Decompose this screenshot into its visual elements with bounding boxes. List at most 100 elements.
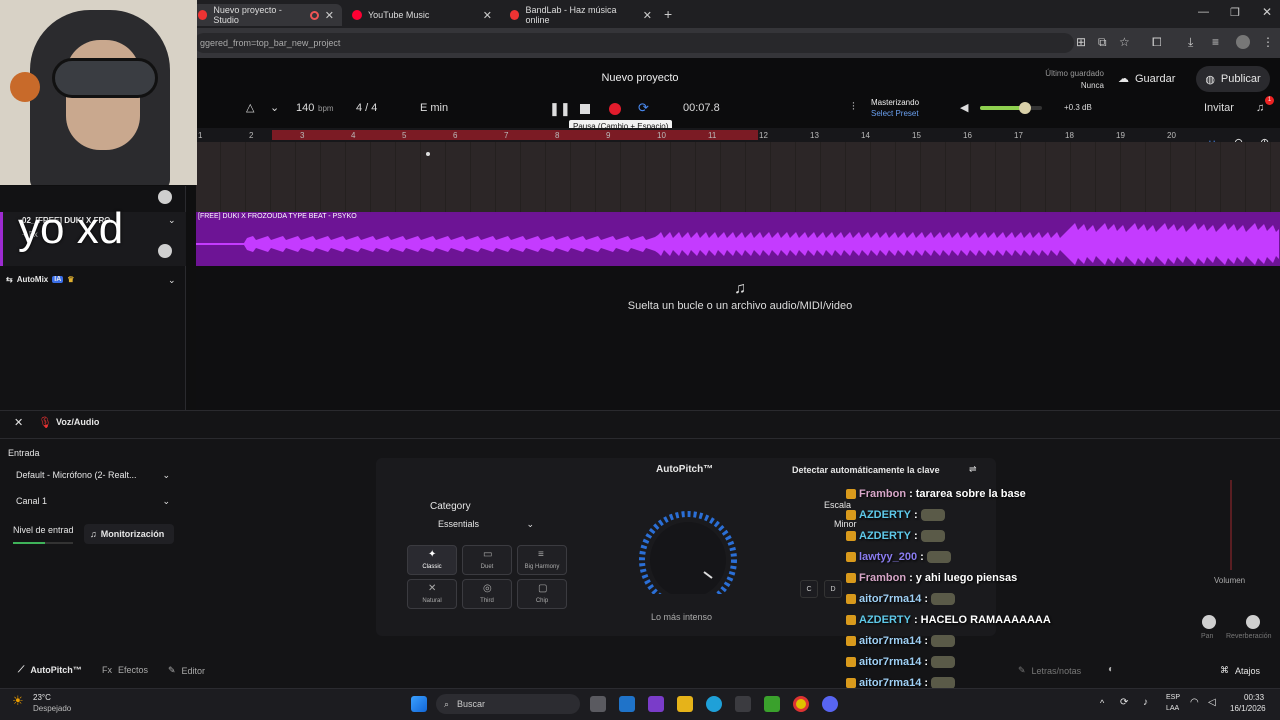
sync-icon[interactable]: ⟳ — [1120, 697, 1128, 708]
ruler-bar-number[interactable]: 14 — [861, 131, 870, 140]
minecraft-icon[interactable] — [764, 696, 780, 712]
clock-time[interactable]: 00:33 — [1244, 693, 1264, 702]
automix-row[interactable]: ⇆ AutoMix IA ♛ — [6, 275, 74, 284]
metronome-icon[interactable]: △ — [246, 101, 254, 114]
language-code[interactable]: ESP — [1166, 694, 1180, 701]
reverb-knob[interactable] — [1246, 615, 1260, 629]
tab-studio[interactable]: Nuevo proyecto - Studio ✕ — [190, 4, 342, 26]
track-volume-knob[interactable] — [158, 190, 172, 204]
key-c[interactable]: C — [800, 580, 818, 598]
ruler-bar-number[interactable]: 11 — [708, 131, 716, 140]
ruler-bar-number[interactable]: 12 — [759, 131, 768, 140]
ruler-bar-number[interactable]: 19 — [1116, 131, 1125, 140]
teams-icon[interactable] — [648, 696, 664, 712]
task-view-icon[interactable] — [590, 696, 606, 712]
windows-start-icon[interactable] — [411, 696, 427, 712]
chevron-down-icon[interactable]: ⌄ — [270, 101, 279, 114]
translate-icon[interactable]: ⊞ — [1076, 35, 1086, 49]
key-d[interactable]: D — [824, 580, 842, 598]
pan-knob[interactable] — [1202, 615, 1216, 629]
save-button[interactable]: ☁ Guardar — [1118, 72, 1175, 86]
project-title[interactable]: Nuevo proyecto — [560, 72, 720, 84]
ruler-bar-number[interactable]: 10 — [657, 131, 666, 140]
tab-bandlab[interactable]: BandLab - Haz música online ✕ — [502, 4, 660, 26]
mastering-sliders-icon[interactable]: ⫶ — [852, 101, 855, 114]
ruler-bar-number[interactable]: 4 — [351, 131, 355, 140]
tuner-icon[interactable]: ◐ — [1108, 664, 1114, 675]
tab-autopitch[interactable]: ⟋ AutoPitch™ — [18, 664, 82, 675]
tab-youtube-music[interactable]: YouTube Music ✕ — [344, 4, 500, 26]
preset-classic[interactable]: ✦ Classic — [407, 545, 457, 575]
mastering-title[interactable]: Masterizando — [871, 98, 919, 107]
ruler-bar-number[interactable]: 13 — [810, 131, 819, 140]
bookmark-star-icon[interactable]: ☆ — [1119, 35, 1130, 49]
shortcuts-button[interactable]: ⌘ Atajos — [1220, 665, 1260, 676]
track-lane-empty[interactable] — [196, 142, 1280, 212]
intensity-dial[interactable] — [632, 508, 744, 609]
discord-icon[interactable] — [822, 696, 838, 712]
master-volume-knob[interactable] — [1018, 102, 1031, 114]
profile-avatar[interactable] — [1236, 35, 1250, 49]
speaker-icon[interactable]: ◀ — [960, 101, 968, 114]
weather-temp[interactable]: 23°C — [33, 693, 51, 702]
drop-zone[interactable]: ♫ Suelta un bucle o un archivo audio/MID… — [620, 280, 860, 312]
loop-region[interactable] — [272, 130, 758, 140]
input-device-select[interactable]: Default - Micrófono (2- Realt... ⌄ — [16, 470, 170, 480]
cast-icon[interactable]: ⧉ — [1098, 35, 1107, 50]
chevron-up-icon[interactable]: ^ — [1100, 698, 1104, 708]
ruler-bar-number[interactable]: 7 — [504, 131, 508, 140]
close-panel-icon[interactable]: ✕ — [14, 416, 23, 429]
ruler-bar-number[interactable]: 1 — [198, 131, 202, 140]
ruler-bar-number[interactable]: 5 — [402, 131, 406, 140]
wifi-icon[interactable]: ◠ — [1190, 697, 1199, 708]
bpm-value[interactable]: 140 — [296, 102, 314, 114]
chevron-down-icon[interactable]: ⌄ — [168, 215, 176, 226]
edge-icon[interactable] — [706, 696, 722, 712]
ruler-bar-number[interactable]: 15 — [912, 131, 921, 140]
playhead-marker[interactable] — [426, 152, 430, 156]
outlook-icon[interactable] — [619, 696, 635, 712]
close-tab-icon[interactable]: ✕ — [483, 9, 492, 22]
invite-button[interactable]: Invitar — [1204, 102, 1234, 114]
ruler-bar-number[interactable]: 6 — [453, 131, 457, 140]
taskbar-search[interactable]: ⌕ Buscar — [436, 694, 580, 714]
settings-sliders-icon[interactable]: ⇌ — [969, 464, 977, 475]
media-icon[interactable]: ≡ — [1212, 35, 1219, 49]
publish-button[interactable]: ◍ Publicar — [1196, 66, 1270, 92]
close-tab-icon[interactable]: ✕ — [643, 9, 652, 22]
key-selector[interactable]: E min — [420, 102, 448, 114]
preset-big-harmony[interactable]: ≡ Big Harmony — [517, 545, 567, 575]
tab-effects[interactable]: Fx Efectos — [102, 665, 148, 675]
preset-chip[interactable]: ▢ Chip — [517, 579, 567, 609]
notification-bell-icon[interactable]: ♫ — [1256, 102, 1264, 114]
chevron-down-icon[interactable]: ⌄ — [168, 275, 176, 286]
channel-select[interactable]: Canal 1 ⌄ — [16, 496, 170, 506]
maximize-icon[interactable]: ❐ — [1230, 6, 1240, 19]
preset-natural[interactable]: ✕ Natural — [407, 579, 457, 609]
track-volume-knob[interactable] — [158, 244, 172, 258]
master-volume-slider[interactable] — [980, 106, 1042, 110]
ruler-bar-number[interactable]: 18 — [1065, 131, 1074, 140]
extensions-icon[interactable]: ⧠ — [1152, 35, 1162, 50]
store-icon[interactable] — [735, 696, 751, 712]
chrome-icon[interactable] — [793, 696, 809, 712]
minimize-icon[interactable]: — — [1198, 6, 1209, 18]
category-select[interactable]: Essentials ⌄ — [438, 519, 534, 529]
stop-icon[interactable] — [580, 104, 590, 114]
mastering-preset[interactable]: Select Preset — [871, 109, 919, 118]
ruler-bar-number[interactable]: 2 — [249, 131, 253, 140]
file-explorer-icon[interactable] — [677, 696, 693, 712]
download-icon[interactable]: ⤓ — [1188, 35, 1193, 50]
ruler-bar-number[interactable]: 17 — [1014, 131, 1023, 140]
ruler-bar-number[interactable]: 8 — [555, 131, 559, 140]
weather-desc[interactable]: Despejado — [33, 704, 71, 713]
language-layout[interactable]: LAA — [1166, 705, 1179, 712]
pause-icon[interactable]: ❚❚ — [549, 101, 571, 117]
clock-date[interactable]: 16/1/2026 — [1230, 704, 1266, 713]
monitoring-button[interactable]: ♫ Monitorización — [84, 524, 174, 544]
time-signature[interactable]: 4 / 4 — [356, 102, 377, 114]
new-tab-icon[interactable]: + — [664, 6, 672, 22]
ruler-bar-number[interactable]: 20 — [1167, 131, 1176, 140]
url-field[interactable]: ggered_from=top_bar_new_project — [194, 33, 1074, 53]
preset-duet[interactable]: ▭ Duet — [462, 545, 512, 575]
